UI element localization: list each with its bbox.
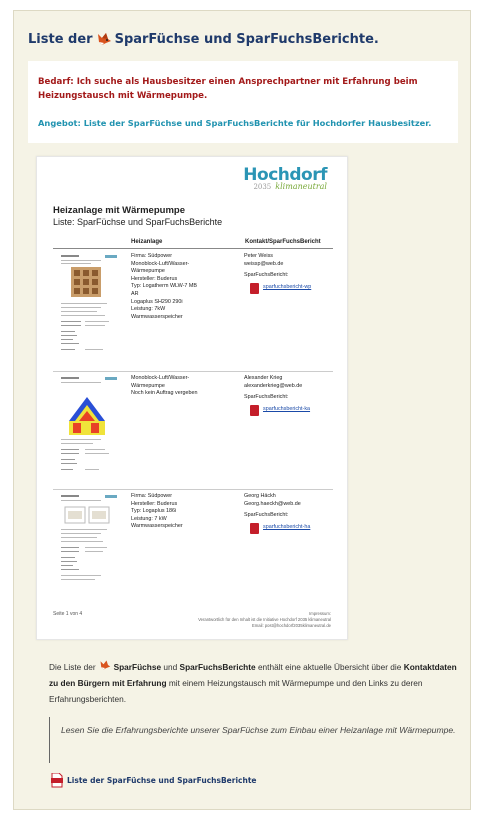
bericht-link[interactable]: sparfuchsbericht-wp	[244, 282, 334, 294]
logo-subtitle: klimaneutral	[275, 182, 327, 191]
description-paragraph: Die Liste der SparFüchse und SparFuchsBe…	[49, 659, 464, 707]
quote-block: Lesen Sie die Erfahrungsberichte unserer…	[49, 717, 459, 763]
pdf-file-icon	[51, 773, 63, 788]
need-offer-box: Bedarf: Ich suche als Hausbesitzer einen…	[28, 61, 458, 143]
contact-info: Alexander Krieg alexanderkrieg@web.de Sp…	[244, 375, 334, 416]
contact-email: alexanderkrieg@web.de	[244, 382, 303, 389]
contact-email: Georg.haeckh@web.de	[244, 500, 301, 507]
column-header-heizanlage: Heizanlage	[131, 239, 163, 245]
document-subtitle: Liste: SparFüchse und SparFuchsBerichte	[53, 217, 223, 227]
document-preview[interactable]: Hochdorf 2035 klimaneutral Heizanlage mit…	[36, 156, 348, 640]
fox-icon	[100, 660, 110, 670]
logo-year: 2035	[253, 183, 272, 191]
angebot-text: Angebot: Liste der SparFüchse und SparFu…	[38, 118, 432, 128]
page-title: Liste der SparFüchse und SparFuchsBerich…	[28, 31, 458, 47]
bericht-label: SparFuchsBericht:	[244, 512, 289, 519]
fox-icon	[97, 33, 111, 45]
heizanlage-details: Firma: Südpower Hersteller: Buderus Typ:…	[131, 493, 183, 530]
bericht-link-text[interactable]: sparfuchsbericht-wp	[263, 284, 311, 292]
bericht-label: SparFuchsBericht:	[244, 272, 289, 279]
heizanlage-details: Monoblock-Luft/Wasser- Wärmepumpe Noch k…	[131, 375, 198, 397]
title-text-end: SparFüchse und SparFuchsBerichte.	[114, 31, 379, 47]
pdf-link-text[interactable]: Liste der SparFüchse und SparFuchsBerich…	[67, 776, 257, 785]
contact-name: Georg Häckh	[244, 493, 276, 499]
column-header-kontakt: Kontakt/SparFuchsBericht	[245, 239, 321, 245]
contact-name: Alexander Krieg	[244, 375, 283, 381]
contact-info: Peter Weiss weissp@web.de SparFuchsBeric…	[244, 253, 334, 294]
bericht-link[interactable]: sparfuchsbericht-ha	[244, 522, 334, 534]
document-imprint: Impressum: Verantwortlich für den Inhalt…	[198, 611, 331, 628]
document-thumbnail	[59, 253, 121, 357]
pdf-icon	[250, 522, 259, 534]
contact-name: Peter Weiss	[244, 253, 273, 259]
document-title: Heizanlage mit Wärmepumpe	[53, 205, 185, 216]
title-text-start: Liste der	[28, 31, 93, 47]
contact-info: Georg Häckh Georg.haeckh@web.de SparFuch…	[244, 493, 334, 534]
content-card: Liste der SparFüchse und SparFuchsBerich…	[13, 10, 471, 810]
bericht-link-text[interactable]: sparfuchsbericht-ha	[263, 524, 310, 532]
header-divider	[53, 248, 333, 249]
pdf-icon	[250, 282, 259, 294]
pdf-download-link[interactable]: Liste der SparFüchse und SparFuchsBerich…	[51, 773, 257, 788]
bericht-link-text[interactable]: sparfuchsbericht-ka	[263, 406, 310, 414]
bericht-link[interactable]: sparfuchsbericht-ka	[244, 404, 334, 416]
document-thumbnail	[59, 493, 121, 597]
page-number: Seite 1 von 4	[53, 611, 83, 617]
bedarf-text: Bedarf: Ich suche als Hausbesitzer einen…	[38, 77, 418, 101]
hochdorf-logo: Hochdorf 2035 klimaneutral	[243, 165, 327, 191]
heizanlage-details: Firma: Südpower Monoblock-Luft/Wasser- W…	[131, 253, 198, 320]
contact-email: weissp@web.de	[244, 260, 284, 267]
bericht-label: SparFuchsBericht:	[244, 394, 289, 401]
pdf-icon	[250, 404, 259, 416]
document-thumbnail	[59, 375, 121, 479]
